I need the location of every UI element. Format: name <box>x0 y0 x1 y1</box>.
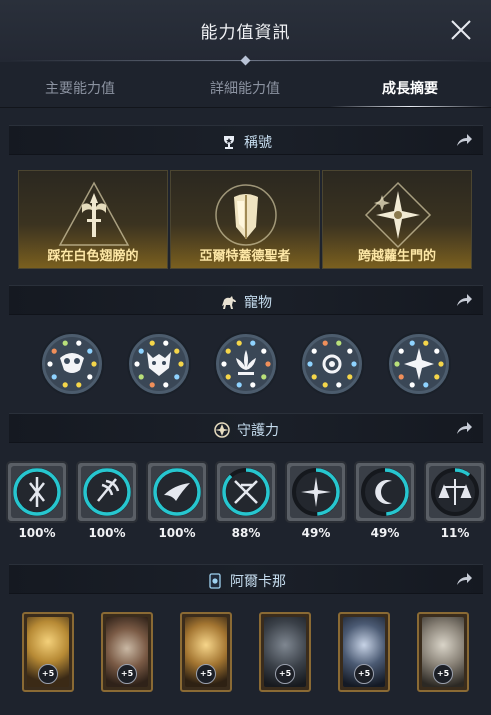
arcana-card-1[interactable]: +5 <box>22 612 74 692</box>
title-card-1[interactable]: 踩在白色翅膀的 <box>18 170 168 269</box>
trophy-icon <box>224 136 234 149</box>
share-icon[interactable] <box>455 132 473 148</box>
guardian-percent: 100% <box>18 526 56 540</box>
card-level-badge: +5 <box>196 664 216 684</box>
compass-star-icon <box>285 461 347 523</box>
section-header-pets: 寵物 <box>9 285 483 315</box>
sun-ring-icon <box>300 332 364 396</box>
guardian-slot-5[interactable] <box>285 461 347 523</box>
tab-detailed-stats[interactable]: 詳細能力值 <box>165 78 325 98</box>
section-header-arcana: 阿爾卡那 <box>9 564 483 594</box>
pet-slot-5[interactable] <box>387 332 451 396</box>
guardian-emblem-icon <box>214 422 230 438</box>
pet-slot-3[interactable] <box>214 332 278 396</box>
guardian-slot-2[interactable] <box>76 461 138 523</box>
window-header: 能力值資訊 <box>0 0 491 66</box>
title-card-2[interactable]: 亞爾特蓋德聖者 <box>170 170 320 269</box>
share-icon[interactable] <box>455 420 473 436</box>
guardian-percent: 49% <box>301 526 331 540</box>
flying-bird-icon <box>146 461 208 523</box>
tab-bar: 主要能力值 詳細能力值 成長摘要 <box>0 70 491 108</box>
arcana-card-3[interactable]: +5 <box>180 612 232 692</box>
guardian-percent: 100% <box>158 526 196 540</box>
section-title-arcana: 阿爾卡那 <box>230 574 286 590</box>
header-divider-ornament <box>240 55 251 66</box>
guardian-percent: 88% <box>231 526 261 540</box>
card-level-badge: +5 <box>38 664 58 684</box>
card-level-badge: +5 <box>117 664 137 684</box>
wolf-mask-icon <box>127 332 191 396</box>
section-header-guardian: 守護力 <box>9 413 483 443</box>
title-name: 跨越蘿生門的 <box>357 249 436 264</box>
owl-mask-icon <box>40 332 104 396</box>
guardian-slot-4[interactable] <box>215 461 277 523</box>
pet-slot-2[interactable] <box>127 332 191 396</box>
share-icon[interactable] <box>455 292 473 308</box>
section-title-guardian: 守護力 <box>237 423 279 439</box>
lotus-icon <box>214 332 278 396</box>
shield-emblem-icon <box>215 184 277 246</box>
tab-growth-summary[interactable]: 成長摘要 <box>330 78 490 98</box>
guardian-slot-3[interactable] <box>146 461 208 523</box>
close-icon <box>451 20 471 40</box>
card-level-badge: +5 <box>275 664 295 684</box>
wing-blade-icon <box>76 461 138 523</box>
section-title-pets: 寵物 <box>244 295 272 311</box>
title-card-3[interactable]: 跨越蘿生門的 <box>322 170 472 269</box>
title-name: 踩在白色翅膀的 <box>47 249 139 264</box>
guardian-percent: 100% <box>88 526 126 540</box>
section-title-titles: 稱號 <box>244 135 272 151</box>
sword-shield-icon <box>6 461 68 523</box>
share-icon[interactable] <box>455 571 473 587</box>
tab-main-stats[interactable]: 主要能力值 <box>0 78 160 98</box>
window-title: 能力值資訊 <box>200 23 291 43</box>
pet-slot-4[interactable] <box>300 332 364 396</box>
arcana-card-6[interactable]: +5 <box>417 612 469 692</box>
close-button[interactable] <box>449 18 473 42</box>
tab-divider <box>0 107 491 108</box>
pet-slot-1[interactable] <box>40 332 104 396</box>
crescent-moon-icon <box>354 461 416 523</box>
guardian-slot-7[interactable] <box>424 461 486 523</box>
arcana-card-5[interactable]: +5 <box>338 612 390 692</box>
title-name: 亞爾特蓋德聖者 <box>199 249 291 264</box>
arcana-card-4[interactable]: +5 <box>259 612 311 692</box>
card-level-badge: +5 <box>354 664 374 684</box>
horse-icon <box>222 296 236 309</box>
guardian-percent: 11% <box>440 526 470 540</box>
star-burst-icon <box>387 332 451 396</box>
star-gate-emblem-icon <box>364 181 432 249</box>
arcana-card-icon <box>209 573 221 589</box>
crossed-swords-icon <box>215 461 277 523</box>
scales-icon <box>424 461 486 523</box>
arcana-card-2[interactable]: +5 <box>101 612 153 692</box>
section-header-titles: 稱號 <box>9 125 483 155</box>
guardian-percent: 49% <box>370 526 400 540</box>
guardian-slot-1[interactable] <box>6 461 68 523</box>
winged-sword-emblem-icon <box>58 181 130 246</box>
card-level-badge: +5 <box>433 664 453 684</box>
guardian-slot-6[interactable] <box>354 461 416 523</box>
